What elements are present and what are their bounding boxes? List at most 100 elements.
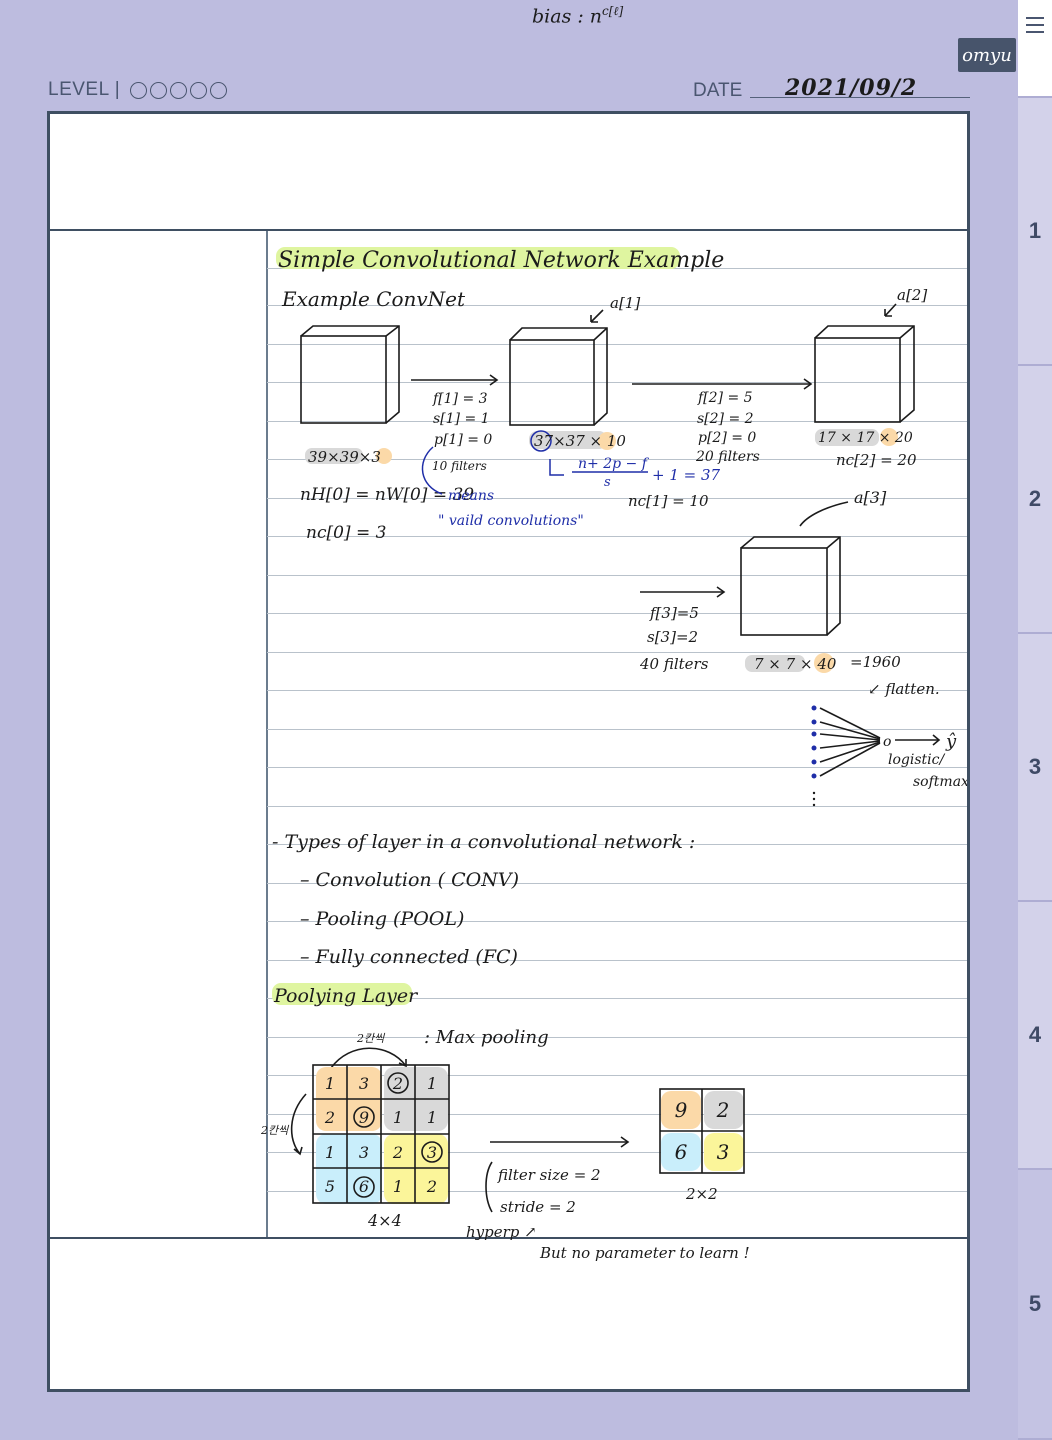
conv3-filters: 40 filters [639, 655, 709, 673]
out-cell-1-1: 3 [717, 1140, 730, 1164]
formula-arrow [549, 459, 564, 476]
pooling-arrow [490, 1136, 630, 1148]
side-tab-bar: 1 2 3 4 5 [1018, 0, 1052, 1440]
menu-button[interactable] [1018, 0, 1052, 98]
vector-ellipsis [812, 791, 816, 807]
level-circle-3[interactable] [170, 81, 188, 99]
conv2-f: f[2] = 5 [697, 390, 753, 406]
layer0-nc: nc[0] = 3 [306, 523, 386, 543]
out-cell-0-1: 2 [716, 1098, 730, 1122]
layer2-dims: 17 × 17 × 20 [818, 430, 913, 446]
stride: stride = 2 [500, 1198, 576, 1216]
pooling-heading: Poolying Layer [273, 985, 419, 1007]
cell-3-2: 1 [393, 1177, 403, 1196]
brand-logo: omyu [958, 38, 1016, 72]
a1-label: a[1] [610, 294, 640, 312]
level-indicator: LEVEL | [48, 79, 228, 101]
cell-2-1: 3 [359, 1143, 369, 1162]
output-arrow [895, 734, 941, 746]
out-cell-0-0: 9 [675, 1098, 688, 1122]
cell-3-3: 2 [426, 1177, 437, 1196]
tab-5-label: 5 [1028, 1291, 1042, 1316]
formula-tail: + 1 = 37 [652, 466, 721, 484]
formula-bottom: s [604, 475, 611, 490]
tab-3-label: 3 [1028, 754, 1042, 779]
hyperp-label: hyperp ↗ [466, 1223, 537, 1241]
a1-arrow [590, 309, 604, 323]
cube-layer-2 [814, 325, 915, 423]
cell-2-0: 1 [325, 1143, 335, 1162]
cell-1-2: 1 [393, 1108, 403, 1127]
a3-arrow [799, 501, 849, 527]
notes-title: Simple Convolutional Network Example [278, 248, 724, 273]
layer3-dims: 7 × 7 × 40 [754, 655, 837, 673]
cell-1-1: 9 [359, 1108, 369, 1127]
conv2-s: s[2] = 2 [697, 411, 754, 427]
cell-1-3: 1 [427, 1108, 437, 1127]
layer1-nc: nc[1] = 10 [628, 492, 709, 510]
conv1-f: f[1] = 3 [432, 391, 488, 407]
output-grid-label: 2×2 [685, 1185, 718, 1203]
formula-top: n+ 2p − f [578, 456, 650, 472]
tab-3[interactable]: 3 [1018, 634, 1052, 902]
arrow-conv2 [632, 378, 813, 390]
level-label: LEVEL | [48, 79, 121, 100]
notes-subtitle: Example ConvNet [281, 287, 466, 311]
pooling-step-down: 2칸씩 [260, 1124, 290, 1137]
type-fc: – Fully connected (FC) [300, 946, 518, 968]
conv1-p: p[1] = 0 [434, 432, 492, 448]
bias-note: bias : nc[ℓ] [532, 4, 624, 28]
conv3-f: f[3]=5 [649, 604, 699, 622]
cell-2-2: 2 [392, 1143, 403, 1162]
cube-layer-0 [300, 325, 400, 424]
level-circle-5[interactable] [210, 81, 228, 99]
a2-label: a[2] [897, 286, 927, 304]
level-circle-2[interactable] [150, 81, 168, 99]
no-params-note: But no parameter to learn ! [539, 1244, 750, 1262]
level-circle-4[interactable] [190, 81, 208, 99]
tab-2-label: 2 [1028, 486, 1042, 511]
fc-connections [819, 707, 881, 777]
layer3-flatten: ↙ flatten. [868, 680, 940, 698]
level-rating[interactable] [130, 81, 228, 99]
out-cell-1-0: 6 [675, 1140, 688, 1164]
types-heading: - Types of layer in a convolutional netw… [272, 831, 695, 853]
tab-1[interactable]: 1 [1018, 98, 1052, 366]
conv1-means: means [448, 488, 494, 504]
pooling-method: : Max pooling [424, 1027, 549, 1048]
tab-4-label: 4 [1028, 1022, 1042, 1047]
handwritten-notes: Simple Convolutional Network Example Exa… [260, 247, 967, 1262]
layer3-total: =1960 [850, 653, 901, 671]
cell-3-1: 6 [359, 1177, 369, 1196]
conv1-s: s[1] = 1 [433, 411, 490, 427]
stride-down-arrow [290, 1093, 307, 1156]
layer2-nc: nc[2] = 20 [836, 451, 917, 469]
type-conv: – Convolution ( CONV) [300, 869, 519, 891]
input-grid-label: 4×4 [367, 1211, 402, 1230]
level-circle-1[interactable] [130, 81, 148, 99]
cell-2-3: 3 [427, 1143, 437, 1162]
hyperparams-bracket [485, 1161, 493, 1213]
date-underline [750, 97, 970, 98]
conv3-s: s[3]=2 [647, 628, 698, 646]
cell-3-0: 5 [325, 1177, 335, 1196]
arrow-conv1 [411, 374, 499, 386]
tab-4[interactable]: 4 [1018, 902, 1052, 1170]
type-pool: – Pooling (POOL) [300, 908, 464, 930]
hamburger-icon [1026, 17, 1044, 33]
conv1-filters: 10 filters [432, 459, 487, 473]
tab-5[interactable]: 5 [1018, 1170, 1052, 1440]
output-node: o [883, 734, 891, 750]
output-yhat: ŷ [945, 731, 957, 752]
cube-layer-1 [509, 327, 608, 426]
cell-0-2: 2 [392, 1074, 403, 1093]
cell-0-0: 1 [325, 1074, 335, 1093]
cell-1-0: 2 [324, 1108, 335, 1127]
arrow-conv3 [640, 586, 726, 598]
output-activation-2: softmax [913, 774, 967, 790]
cube-layer-3 [740, 536, 841, 636]
conv2-p: p[2] = 0 [698, 430, 756, 446]
note-page[interactable]: Simple Convolutional Network Example Exa… [47, 111, 970, 1392]
cell-0-3: 1 [427, 1074, 437, 1093]
tab-2[interactable]: 2 [1018, 366, 1052, 634]
